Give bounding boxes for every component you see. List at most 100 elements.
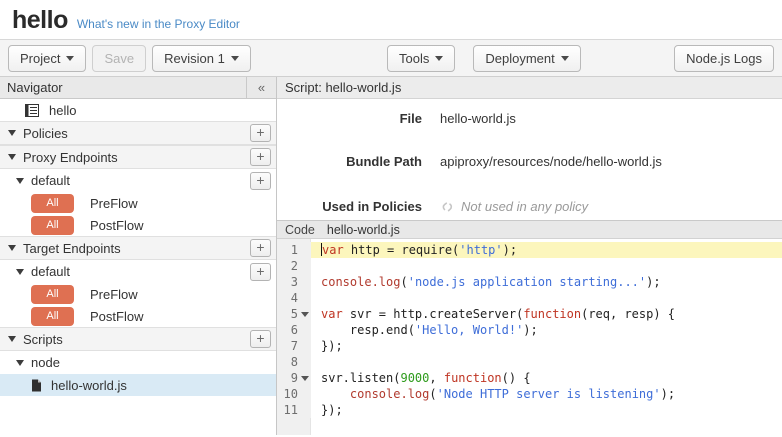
add-button[interactable]: + xyxy=(250,239,271,257)
line-number: 7 xyxy=(277,338,311,354)
nav-row-default[interactable]: default + xyxy=(0,169,276,192)
code-line-8[interactable]: 8 xyxy=(277,354,782,370)
nav-row-target-endpoints[interactable]: Target Endpoints + xyxy=(0,236,276,260)
code-token: console.log xyxy=(321,275,400,289)
code-token: }); xyxy=(321,339,343,353)
code-lines: 1var http = require('http');23console.lo… xyxy=(277,239,782,418)
nav-row-default[interactable]: default + xyxy=(0,260,276,283)
nav-row-label: PostFlow xyxy=(90,218,143,233)
code-line-4[interactable]: 4 xyxy=(277,290,782,306)
code-line-2[interactable]: 2 xyxy=(277,258,782,274)
code-line-1[interactable]: 1var http = require('http'); xyxy=(277,242,782,258)
code-token: var xyxy=(322,243,344,257)
nav-row-label: default xyxy=(31,173,70,188)
code-token: ( xyxy=(400,275,407,289)
code-text xyxy=(311,258,782,274)
code-panel-filename: hello-world.js xyxy=(315,223,400,237)
nav-row-postflow[interactable]: AllPostFlow xyxy=(0,214,276,236)
code-token: 'Hello, World!' xyxy=(415,323,523,337)
code-token: 'Node HTTP server is listening' xyxy=(437,387,661,401)
nav-row-node[interactable]: node xyxy=(0,351,276,374)
code-token xyxy=(321,387,350,401)
proxy-overview-icon xyxy=(25,104,39,117)
code-token: var xyxy=(321,307,343,321)
caret-down-icon[interactable] xyxy=(16,269,24,275)
code-line-5[interactable]: 5var svr = http.createServer(function(re… xyxy=(277,306,782,322)
used-in-policies-text: Not used in any policy xyxy=(461,199,588,214)
caret-down-icon[interactable] xyxy=(8,154,16,160)
save-button[interactable]: Save xyxy=(92,45,146,72)
code-text: svr.listen(9000, function() { xyxy=(311,370,782,386)
code-token: 'http' xyxy=(459,243,502,257)
chevron-down-icon xyxy=(561,56,569,61)
project-menu-label: Project xyxy=(20,51,60,66)
code-line-11[interactable]: 11}); xyxy=(277,402,782,418)
line-number: 4 xyxy=(277,290,311,306)
script-detail-area: File hello-world.js Bundle Path apiproxy… xyxy=(277,99,782,220)
code-token: 'node.js application starting...' xyxy=(408,275,646,289)
bundle-path-field-row: Bundle Path apiproxy/resources/node/hell… xyxy=(277,154,782,169)
code-text: }); xyxy=(311,402,782,418)
add-button[interactable]: + xyxy=(250,148,271,166)
code-token: svr.listen( xyxy=(321,371,400,385)
nav-row-preflow[interactable]: AllPreFlow xyxy=(0,283,276,305)
flow-scope-badge: All xyxy=(31,194,74,213)
caret-down-icon[interactable] xyxy=(8,245,16,251)
nav-row-label: hello xyxy=(49,103,76,118)
flow-scope-badge: All xyxy=(31,307,74,326)
collapse-sidebar-button[interactable]: « xyxy=(246,77,276,99)
navigator-rows: hello Policies+Proxy Endpoints+ default + Al… xyxy=(0,99,276,396)
code-token: function xyxy=(444,371,502,385)
script-detail-panel: Script: hello-world.js File hello-world.… xyxy=(277,77,782,435)
fold-caret-icon[interactable] xyxy=(301,312,309,317)
tools-menu-button[interactable]: Tools xyxy=(387,45,455,72)
code-line-9[interactable]: 9svr.listen(9000, function() { xyxy=(277,370,782,386)
caret-down-icon[interactable] xyxy=(16,178,24,184)
nav-row-postflow[interactable]: AllPostFlow xyxy=(0,305,276,327)
bundle-path-label: Bundle Path xyxy=(277,154,422,169)
whats-new-link[interactable]: What's new in the Proxy Editor xyxy=(77,17,240,31)
add-button[interactable]: + xyxy=(250,172,271,190)
deployment-menu-button[interactable]: Deployment xyxy=(473,45,580,72)
revision-menu-button[interactable]: Revision 1 xyxy=(152,45,251,72)
project-menu-button[interactable]: Project xyxy=(8,45,86,72)
code-line-7[interactable]: 7}); xyxy=(277,338,782,354)
caret-down-icon[interactable] xyxy=(16,360,24,366)
toolbar-right-group: Node.js Logs xyxy=(674,40,774,72)
caret-down-icon[interactable] xyxy=(8,336,16,342)
code-token: 9000 xyxy=(400,371,429,385)
nav-row-hello[interactable]: hello xyxy=(0,99,276,121)
add-button[interactable]: + xyxy=(250,330,271,348)
nav-row-hello-world-js[interactable]: hello-world.js xyxy=(0,374,276,396)
nav-row-proxy-endpoints[interactable]: Proxy Endpoints+ xyxy=(0,145,276,169)
nav-row-label: default xyxy=(31,264,70,279)
nodejs-logs-button[interactable]: Node.js Logs xyxy=(674,45,774,72)
add-button[interactable]: + xyxy=(250,263,271,281)
script-panel-header: Script: hello-world.js xyxy=(277,77,782,99)
code-line-10[interactable]: 10 console.log('Node HTTP server is list… xyxy=(277,386,782,402)
code-text: resp.end('Hello, World!'); xyxy=(311,322,782,338)
code-text: console.log('Node HTTP server is listeni… xyxy=(311,386,782,402)
nav-row-preflow[interactable]: All PreFlow xyxy=(0,192,276,214)
code-line-6[interactable]: 6 resp.end('Hello, World!'); xyxy=(277,322,782,338)
file-field-label: File xyxy=(277,111,422,126)
nav-row-scripts[interactable]: Scripts+ xyxy=(0,327,276,351)
add-button[interactable]: + xyxy=(250,124,271,142)
code-text xyxy=(311,290,782,306)
code-token: svr = http.createServer( xyxy=(343,307,524,321)
fold-caret-icon[interactable] xyxy=(301,376,309,381)
file-icon xyxy=(31,379,42,392)
used-in-policies-label: Used in Policies xyxy=(277,199,422,214)
nav-row-policies[interactable]: Policies+ xyxy=(0,121,276,145)
caret-down-icon[interactable] xyxy=(8,130,16,136)
file-field-value: hello-world.js xyxy=(440,111,516,126)
code-editor[interactable]: 1var http = require('http');23console.lo… xyxy=(277,239,782,435)
flow-scope-badge: All xyxy=(31,285,74,304)
nav-row-label: PreFlow xyxy=(90,196,138,211)
code-line-3[interactable]: 3console.log('node.js application starti… xyxy=(277,274,782,290)
nav-row-label: Target Endpoints xyxy=(23,241,121,256)
save-button-label: Save xyxy=(104,51,134,66)
script-panel-title: Script: hello-world.js xyxy=(285,80,401,95)
tools-menu-label: Tools xyxy=(399,51,429,66)
broken-link-icon xyxy=(440,200,455,214)
